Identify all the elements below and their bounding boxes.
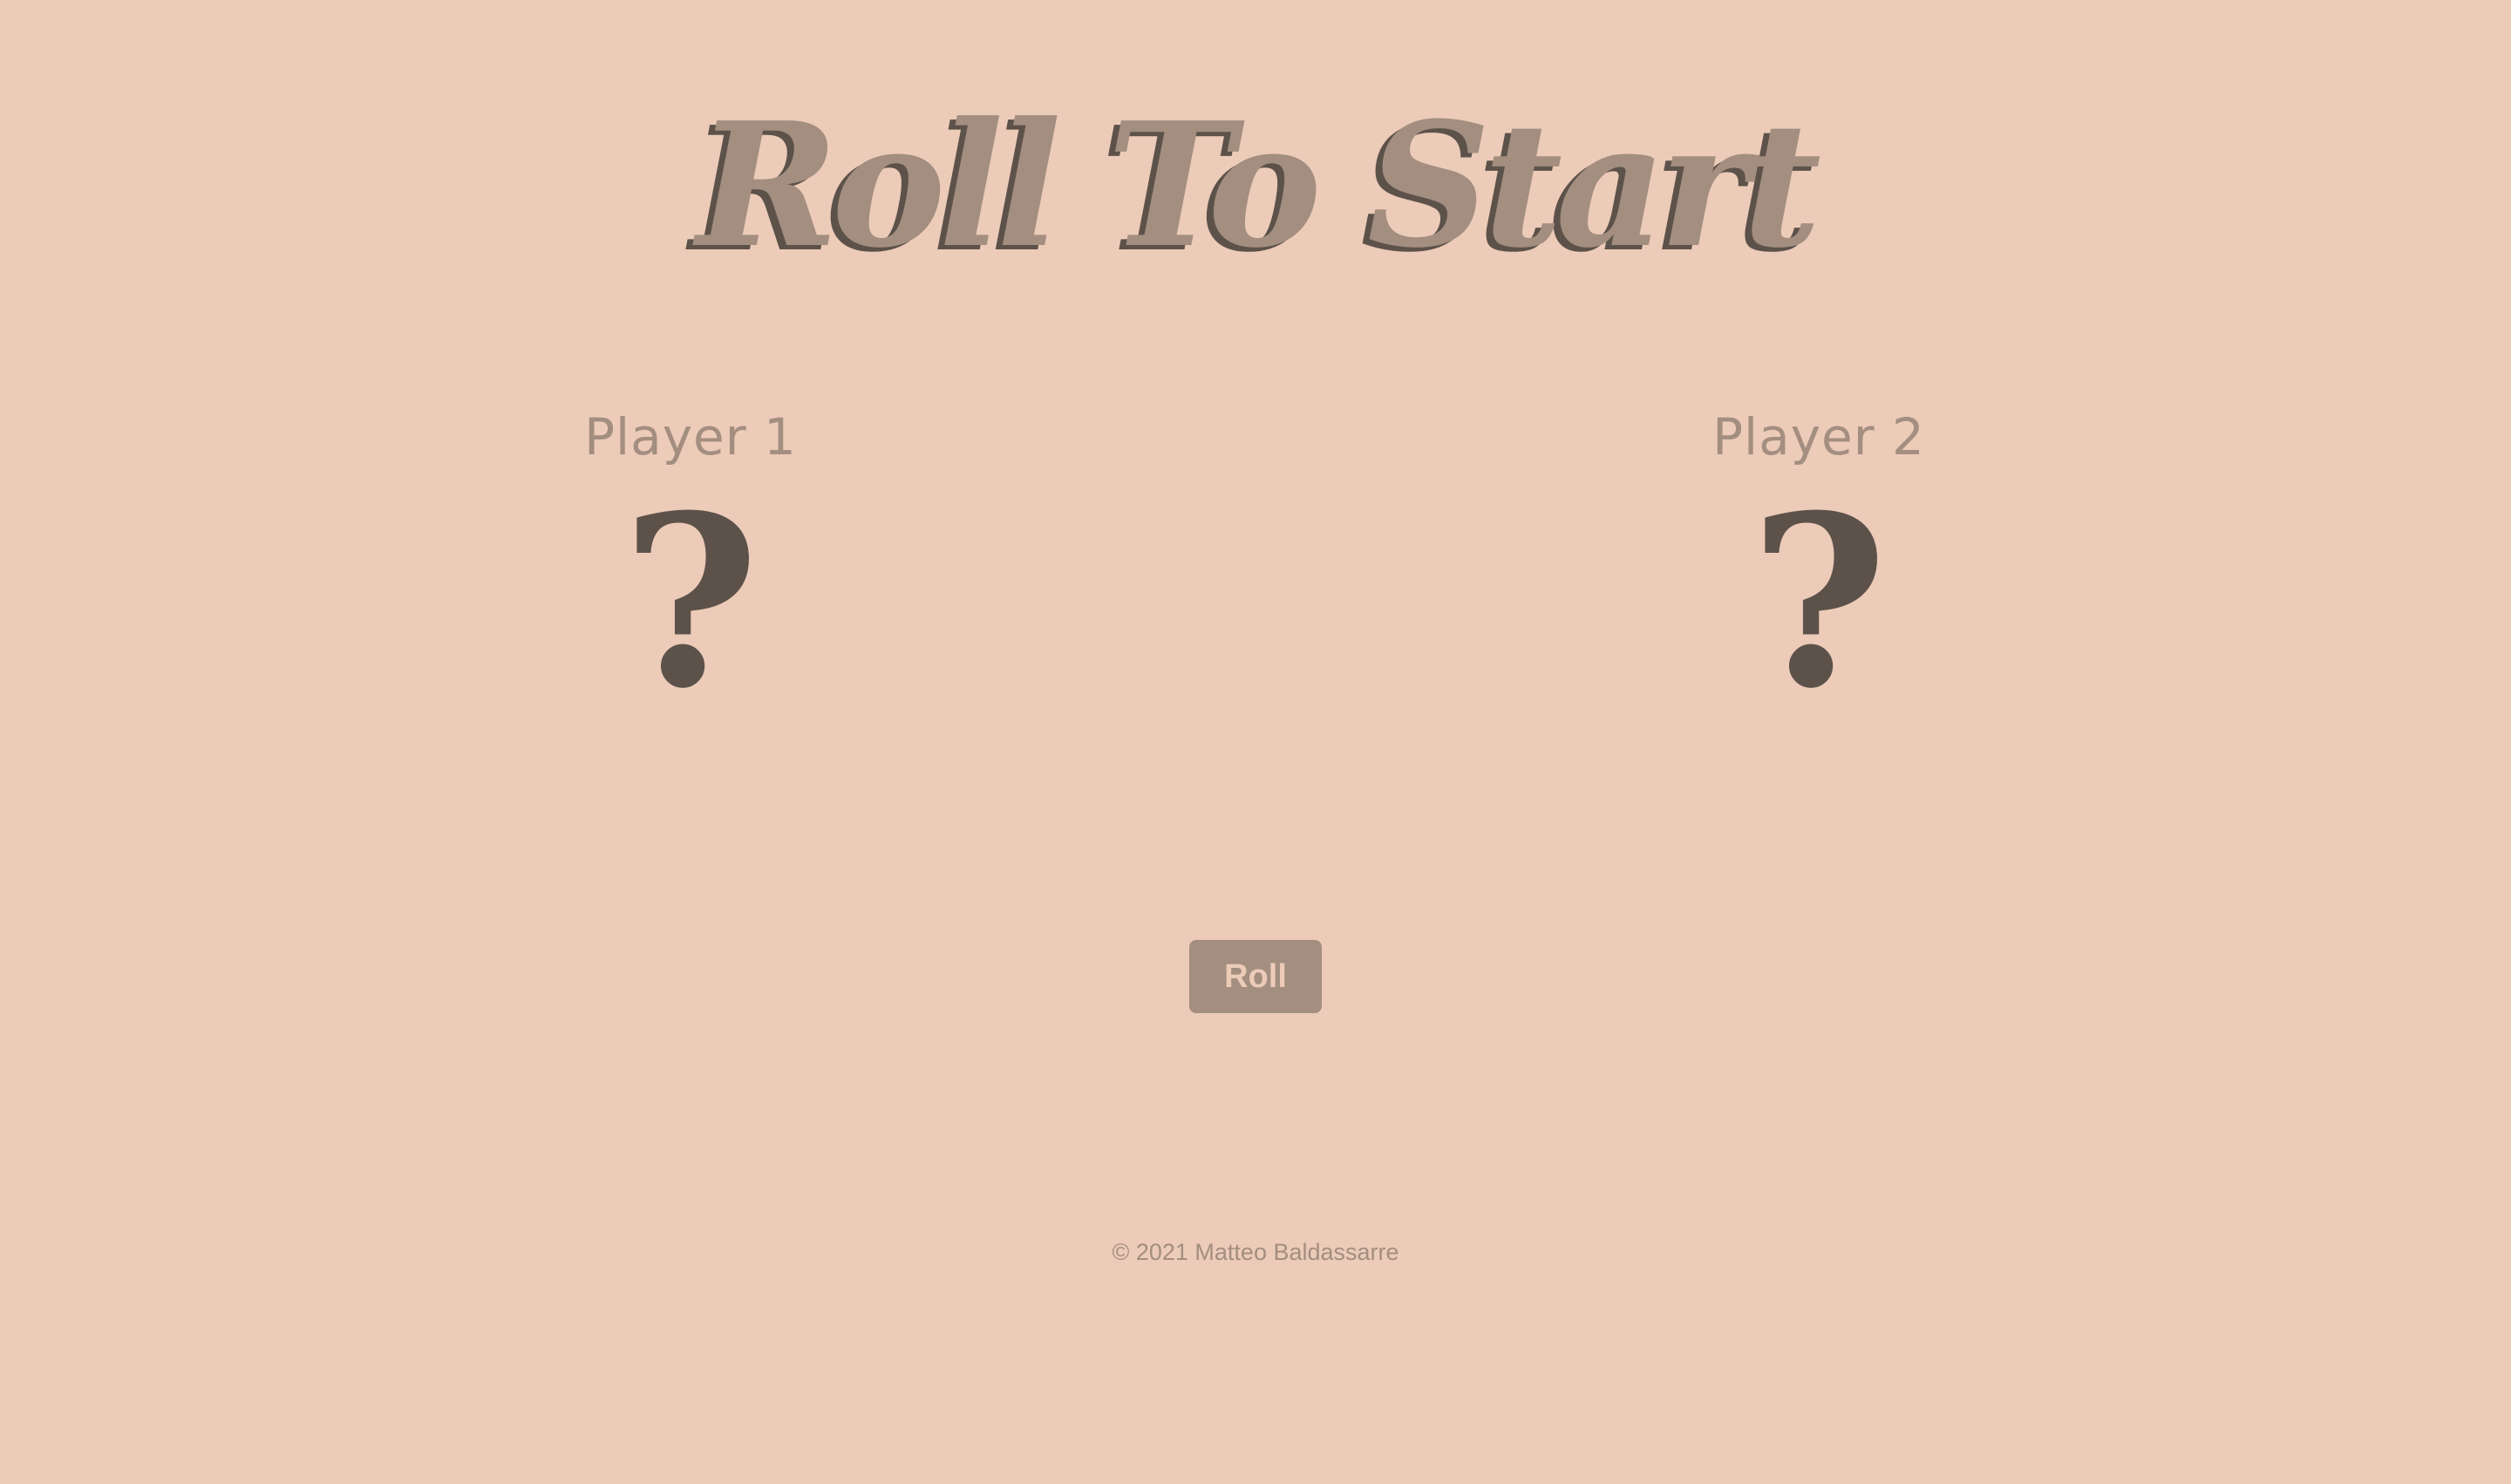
player-2-panel: Player 2 ? xyxy=(1662,398,1976,740)
page-title: Roll To Start xyxy=(697,85,1821,286)
player-2-dice-question-icon: ? xyxy=(1749,463,1888,740)
roll-button[interactable]: Roll xyxy=(1189,940,1322,1013)
footer-copyright: © 2021 Matteo Baldassarre xyxy=(1112,1239,1399,1265)
player-1-panel: Player 1 ? xyxy=(534,398,847,740)
player-1-dice-question-icon: ? xyxy=(621,463,760,740)
